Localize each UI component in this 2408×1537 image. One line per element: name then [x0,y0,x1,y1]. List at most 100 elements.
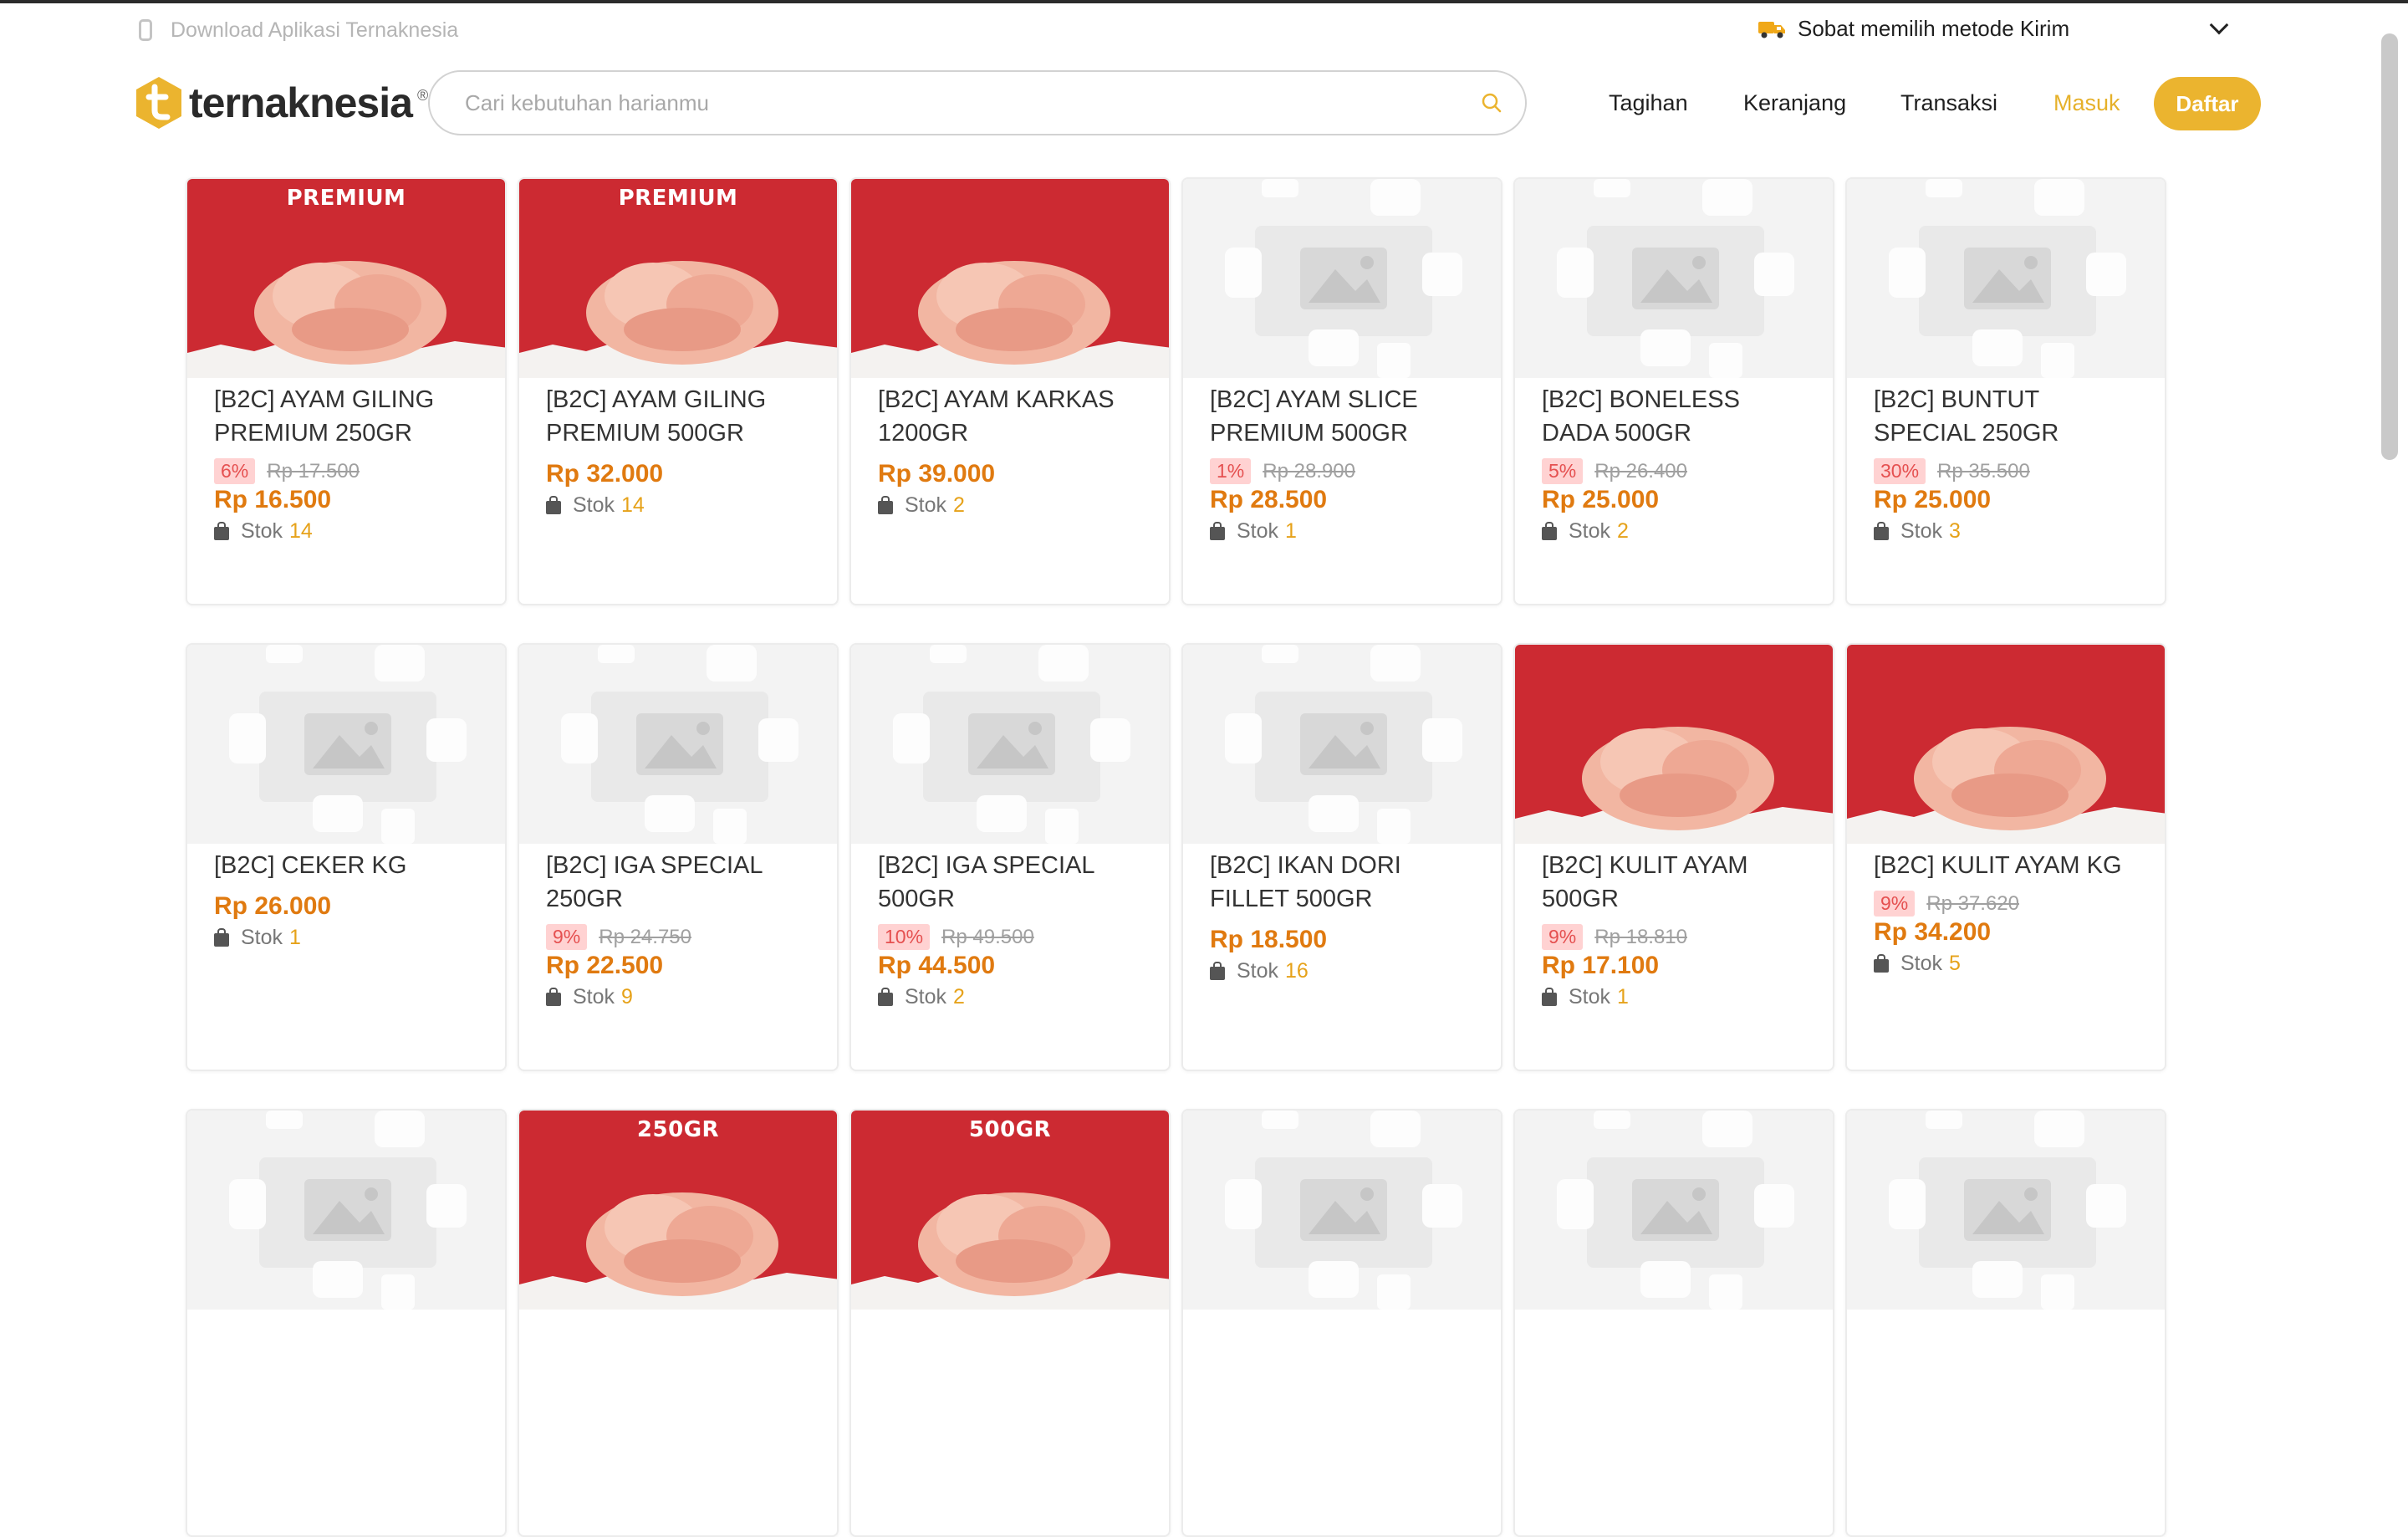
bag-icon [1874,521,1889,540]
product-card[interactable] [186,1109,507,1537]
original-price: Rp 28.900 [1263,459,1356,483]
stock-label: Stok [905,493,947,517]
nav-transaksi[interactable]: Transaksi [1900,90,1997,116]
bag-icon [878,495,893,514]
download-app-text: Download Aplikasi Ternaknesia [171,18,459,42]
product-price: Rp 39.000 [878,460,996,488]
product-name[interactable]: [B2C] AYAM GILING PREMIUM 250GR [214,383,478,450]
product-card[interactable]: [B2C] BONELESS DADA 500GR 5% Rp 26.400 Rp 2… [1513,177,1834,605]
shipping-method-text: Sobat memilih metode Kirim [1798,15,2070,41]
product-card[interactable]: [B2C] KULIT AYAM KG 9% Rp 37.620 Rp 34.200 S… [1845,643,2166,1071]
product-image [1847,645,2165,844]
stock-info: Stok 14 [214,519,478,544]
stock-info: Stok 5 [1874,952,2138,976]
product-price: Rp 32.000 [546,460,664,488]
product-card[interactable] [1845,1109,2166,1537]
product-name[interactable]: [B2C] AYAM SLICE PREMIUM 500GR [1210,383,1474,450]
product-card[interactable] [1513,1109,1834,1537]
phone-icon [139,19,152,41]
product-name[interactable]: [B2C] IGA SPECIAL 250GR [546,849,810,916]
login-link[interactable]: Masuk [2053,90,2120,116]
product-name[interactable]: [B2C] BUNTUT SPECIAL 250GR [1874,383,2138,450]
search-input[interactable] [463,89,1480,117]
product-card[interactable] [1181,1109,1502,1537]
stock-info: Stok 2 [1542,519,1806,544]
stock-label: Stok [1569,519,1611,543]
stock-count: 1 [1285,519,1297,543]
bag-icon [878,987,893,1006]
original-price: Rp 37.620 [1926,891,2020,915]
product-card[interactable]: 250GR [518,1109,839,1537]
bag-icon [1542,987,1557,1006]
registered-mark: ® [416,86,429,104]
product-image [1847,179,2165,378]
product-card[interactable]: [B2C] KULIT AYAM 500GR 9% Rp 18.810 Rp 17.1… [1513,643,1834,1071]
stock-info: Stok 9 [546,985,810,1009]
register-button[interactable]: Daftar [2154,77,2261,130]
stock-label: Stok [1900,952,1943,975]
product-card[interactable]: [B2C] AYAM SLICE PREMIUM 500GR 1% Rp 28.90… [1181,177,1502,605]
bag-icon [1210,961,1225,980]
product-image [187,645,505,844]
product-image [187,1111,505,1310]
download-app-link[interactable]: Download Aplikasi Ternaknesia [139,15,458,45]
stock-label: Stok [573,493,615,517]
original-price: Rp 17.500 [267,459,360,483]
product-image [1515,645,1833,844]
product-card[interactable]: [B2C] IGA SPECIAL 250GR 9% Rp 24.750 Rp 22.… [518,643,839,1071]
stock-count: 1 [1617,985,1629,1008]
product-card[interactable]: PREMIUM [B2C] AYAM GILING PREMIUM 250GR 6%… [186,177,507,605]
bag-icon [1210,521,1225,540]
stock-label: Stok [1569,985,1611,1008]
shipping-method-selector[interactable]: Sobat memilih metode Kirim [1758,12,2229,45]
discount-line: 1% Rp 28.900 [1210,458,1474,484]
discount-badge: 9% [1874,891,1916,917]
search-bar[interactable] [428,70,1527,135]
stock-label: Stok [241,926,283,949]
bag-icon [1542,521,1557,540]
nav-tagihan[interactable]: Tagihan [1609,90,1688,116]
product-card[interactable]: PREMIUM [B2C] AYAM GILING PREMIUM 500GR Rp… [518,177,839,605]
product-name[interactable]: [B2C] IGA SPECIAL 500GR [878,849,1142,916]
product-image [1515,179,1833,378]
product-image [1515,1111,1833,1310]
product-price: Rp 26.000 [214,892,332,920]
stock-info: Stok 2 [878,985,1142,1009]
stock-count: 16 [1285,959,1309,983]
stock-count: 9 [621,985,633,1008]
nav-keranjang[interactable]: Keranjang [1743,90,1846,116]
logo[interactable]: ternaknesia ® [134,75,428,130]
product-card[interactable]: [B2C] CEKER KG Rp 26.000 Stok 1 [186,643,507,1071]
product-card[interactable]: [B2C] AYAM KARKAS 1200GR Rp 39.000 Stok 2 [849,177,1171,605]
product-name[interactable]: [B2C] BONELESS DADA 500GR [1542,383,1806,450]
product-price: Rp 28.500 [1210,486,1328,513]
product-card[interactable]: [B2C] IGA SPECIAL 500GR 10% Rp 49.500 Rp 44… [849,643,1171,1071]
chevron-down-icon [2209,15,2229,35]
product-name[interactable]: [B2C] AYAM KARKAS 1200GR [878,383,1142,450]
stock-info: Stok 16 [1210,959,1474,983]
product-price: Rp 22.500 [546,952,664,979]
product-name[interactable]: [B2C] CEKER KG [214,849,478,882]
discount-badge: 9% [546,924,588,950]
product-name[interactable]: [B2C] AYAM GILING PREMIUM 500GR [546,383,810,450]
product-card[interactable]: [B2C] IKAN DORI FILLET 500GR Rp 18.500 Sto… [1181,643,1502,1071]
product-image-tag: 500GR [968,1117,1052,1142]
stock-count: 2 [1617,519,1629,543]
search-icon[interactable] [1480,91,1503,115]
product-card[interactable]: [B2C] BUNTUT SPECIAL 250GR 30% Rp 35.500 Rp… [1845,177,2166,605]
product-image [519,645,837,844]
product-image [1183,645,1501,844]
original-price: Rp 35.500 [1937,459,2030,483]
stock-count: 5 [1949,952,1961,975]
product-card[interactable]: 500GR [849,1109,1171,1537]
product-price: Rp 18.500 [1210,926,1328,953]
product-name[interactable]: [B2C] IKAN DORI FILLET 500GR [1210,849,1474,916]
product-name[interactable]: [B2C] KULIT AYAM 500GR [1542,849,1806,916]
discount-badge: 30% [1874,458,1926,484]
product-name[interactable]: [B2C] KULIT AYAM KG [1874,849,2138,882]
scrollbar-thumb[interactable] [2381,33,2398,460]
discount-line: 9% Rp 24.750 [546,924,810,950]
stock-info: Stok 2 [878,493,1142,518]
product-image [851,645,1169,844]
stock-count: 2 [953,985,965,1008]
